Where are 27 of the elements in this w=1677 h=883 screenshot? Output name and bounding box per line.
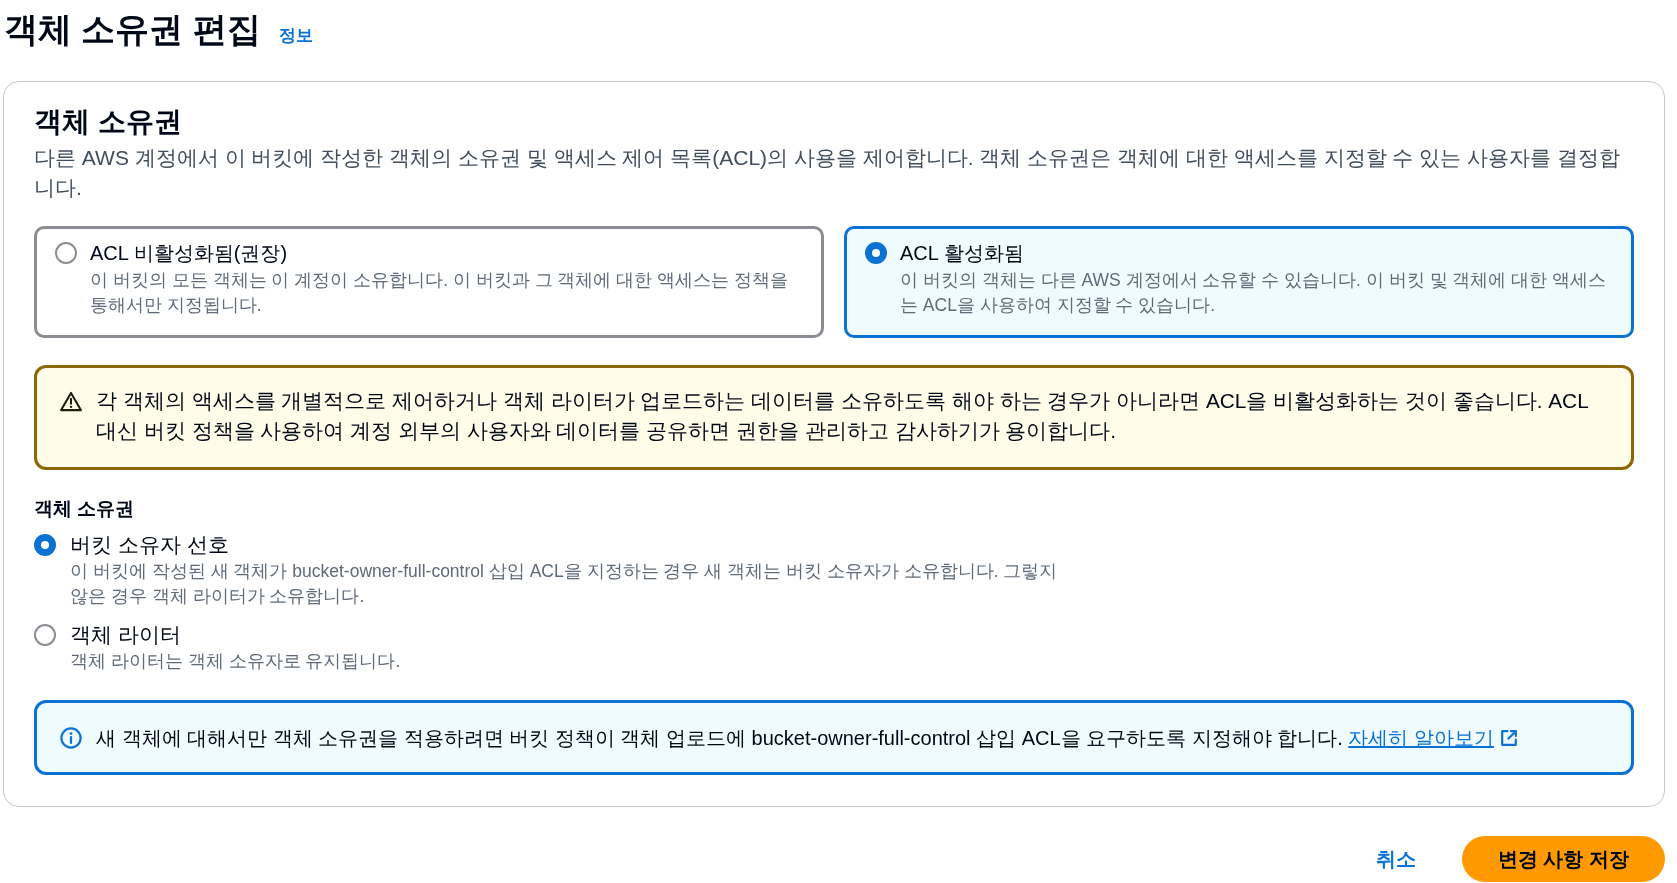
radio-button[interactable] — [34, 624, 56, 646]
field-label: 객체 소유권 — [34, 497, 136, 521]
option-description: 이 버킷에 작성된 새 객체가 bucket-owner-full-control 삽입 ACL을 지정하는 경우 새 객체는 버킷 소유자가 소유합니다. 그렇지 않은 경우 객체 라이터가 소유합니다. — [70, 560, 1059, 608]
info-text: 새 객체에 대해서만 객체 소유권을 적용하려면 버킷 정책이 객체 업로드에 bucket-owner-full-control 삽입 ACL을 요구하도록 지정해야 합니다. 자세히 알아보기 — [96, 723, 1518, 753]
info-link[interactable]: 정보 — [278, 24, 313, 47]
option-label: 버킷 소유자 선호 — [70, 532, 229, 558]
option-description: 이 버킷의 객체는 다른 AWS 계정에서 소유할 수 있습니다. 이 버킷 및 객체에 대한 액세스는 ACL을 사용하여 지정할 수 있습니다. — [900, 269, 1607, 317]
external-link-icon — [1499, 729, 1518, 747]
cancel-button[interactable]: 취소 — [1355, 841, 1436, 877]
radio-button[interactable] — [34, 534, 56, 556]
acl-option-card[interactable]: ACL 비활성화됨(권장) 이 버킷의 모든 객체는 이 계정이 소유합니다. 이 버킷과 그 객체에 대한 액세스는 정책을 통해서만 지정됩니다. — [34, 226, 824, 338]
learn-more-link[interactable]: 자세히 알아보기 — [1348, 727, 1518, 749]
option-description: 이 버킷의 모든 객체는 이 계정이 소유합니다. 이 버킷과 그 객체에 대한 액세스는 정책을 통해서만 지정됩니다. — [90, 269, 790, 317]
option-label: 객체 라이터 — [70, 622, 181, 648]
info-icon — [60, 727, 82, 749]
option-label: ACL 비활성화됨(권장) — [90, 241, 288, 266]
section-description: 다른 AWS 계정에서 이 버킷에 작성한 객체의 소유권 및 액세스 제어 목록(ACL)의 사용을 제어합니다. 객체 소유권은 객체에 대한 액세스를 지정할 수 있는 사용자를 결정합니다. — [34, 145, 1621, 201]
acl-option-card[interactable]: ACL 활성화됨 이 버킷의 객체는 다른 AWS 계정에서 소유할 수 있습니다. 이 버킷 및 객체에 대한 액세스는 ACL을 사용하여 지정할 수 있습니다. — [844, 226, 1634, 338]
page-title: 객체 소유권 편집 — [4, 9, 261, 50]
radio-button[interactable] — [865, 242, 887, 264]
option-description: 객체 라이터는 객체 소유자로 유지됩니다. — [70, 650, 401, 673]
option-label: ACL 활성화됨 — [900, 241, 1024, 266]
section-heading: 객체 소유권 — [34, 105, 183, 139]
warning-icon — [60, 391, 82, 412]
warning-text: 각 객체의 액세스를 개별적으로 제어하거나 객체 라이터가 업로드하는 데이터를 소유하도록 해야 하는 경우가 아니라면 ACL을 비활성화하는 것이 좋습니다. ACL 대신 버킷 정책을 사용하여 계정 외부의 사용자와 데이터를 공유하면 권한을 관리하고 감사하기가 용이합니다. — [96, 388, 1589, 444]
radio-button[interactable] — [55, 242, 77, 264]
save-button[interactable]: 변경 사항 저장 — [1461, 836, 1665, 882]
